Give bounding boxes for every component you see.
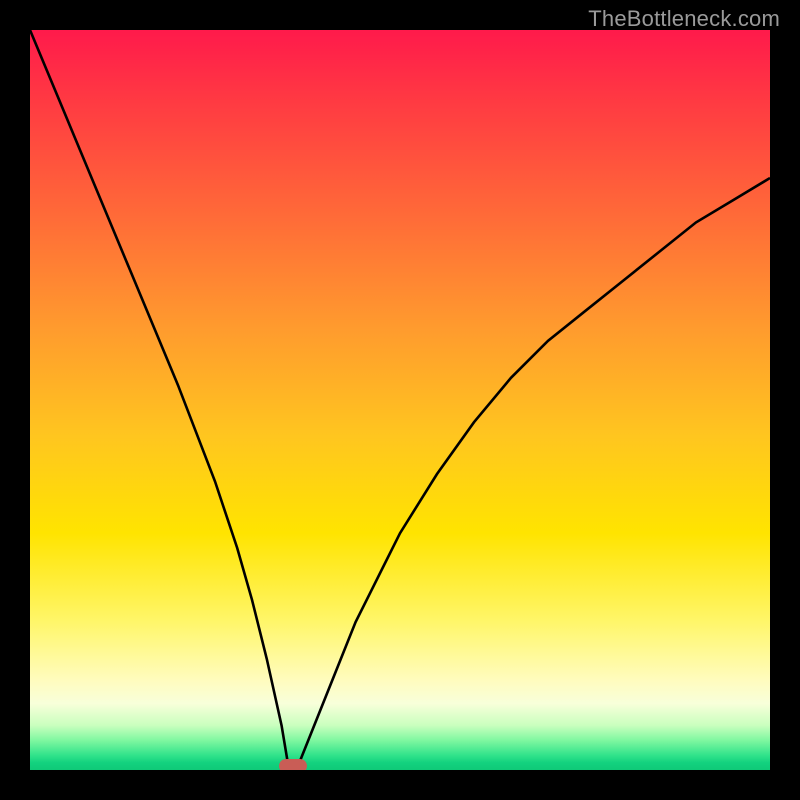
optimal-marker	[279, 759, 307, 770]
chart-svg	[30, 30, 770, 770]
chart-area	[30, 30, 770, 770]
bottleneck-curve	[30, 30, 770, 770]
watermark-text: TheBottleneck.com	[588, 6, 780, 32]
